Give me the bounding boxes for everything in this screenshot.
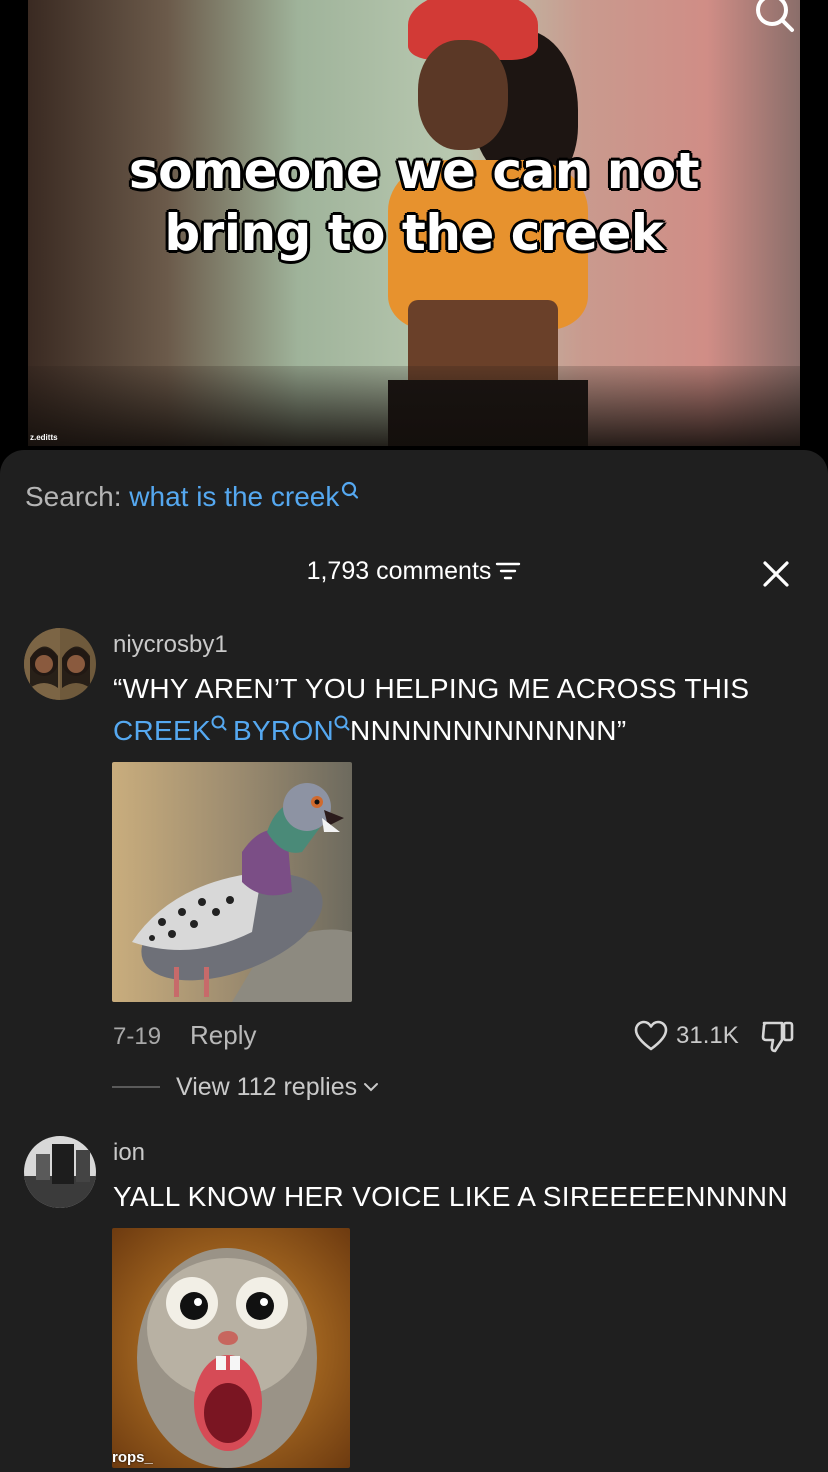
filter-icon[interactable] bbox=[495, 560, 521, 582]
comment-date: 7-19 bbox=[113, 1023, 162, 1050]
search-icon bbox=[334, 715, 350, 731]
comments-sheet: Search: what is the creek 1,793 comments bbox=[0, 450, 828, 1472]
caption-line-1: someone we can not bbox=[128, 142, 700, 200]
comment-username[interactable]: ion bbox=[113, 1138, 145, 1168]
search-icon[interactable] bbox=[752, 0, 796, 38]
comment-username[interactable]: niycrosby1 bbox=[113, 630, 228, 660]
view-replies-button[interactable]: View 112 replies bbox=[112, 1072, 379, 1102]
comment-link-byron[interactable]: BYRON bbox=[233, 715, 334, 746]
avatar[interactable] bbox=[24, 628, 96, 700]
comment-text: YALL KNOW HER VOICE LIKE A SIREEEEENNNNN bbox=[113, 1181, 788, 1212]
search-icon bbox=[211, 715, 227, 731]
close-icon[interactable] bbox=[760, 558, 792, 590]
heart-icon[interactable] bbox=[634, 1020, 668, 1052]
comment-link-creek[interactable]: CREEK bbox=[113, 715, 211, 746]
comment-text-suffix: NNNNNNNNNNNNN” bbox=[350, 715, 627, 746]
caption-line-2: bring to the creek bbox=[164, 204, 664, 262]
search-label: Search: bbox=[25, 481, 122, 512]
image-caption: rops_ bbox=[112, 1449, 153, 1466]
avatar[interactable] bbox=[24, 1136, 96, 1208]
video-watermark: z.editts bbox=[30, 433, 58, 442]
comment-image-pigeon[interactable] bbox=[112, 762, 352, 1002]
search-term[interactable]: what is the creek bbox=[129, 481, 339, 512]
search-icon bbox=[342, 481, 359, 499]
comment-text: “WHY AREN’T YOU HELPING ME ACROSS THIS C… bbox=[113, 668, 813, 752]
video-frame: someone we can not bring to the creek z.… bbox=[28, 0, 800, 446]
video-player[interactable]: someone we can not bring to the creek z.… bbox=[0, 0, 828, 450]
divider bbox=[112, 1086, 160, 1088]
like-button[interactable]: 31.1K bbox=[634, 1018, 739, 1054]
comments-header: 1,793 comments bbox=[0, 554, 828, 588]
comments-count: 1,793 comments bbox=[306, 557, 492, 585]
reply-button[interactable]: Reply bbox=[190, 1020, 256, 1050]
like-count: 31.1K bbox=[676, 1022, 739, 1049]
search-suggestion[interactable]: Search: what is the creek bbox=[25, 480, 359, 514]
comment-text-prefix: “WHY AREN’T YOU HELPING ME ACROSS THIS bbox=[113, 673, 750, 704]
chevron-down-icon bbox=[364, 1083, 379, 1092]
view-replies-label[interactable]: View 112 replies bbox=[176, 1073, 357, 1102]
comment-image-squirrel[interactable]: rops_ bbox=[112, 1228, 350, 1468]
dislike-icon[interactable] bbox=[760, 1018, 796, 1054]
video-caption: someone we can not bring to the creek bbox=[28, 140, 800, 264]
